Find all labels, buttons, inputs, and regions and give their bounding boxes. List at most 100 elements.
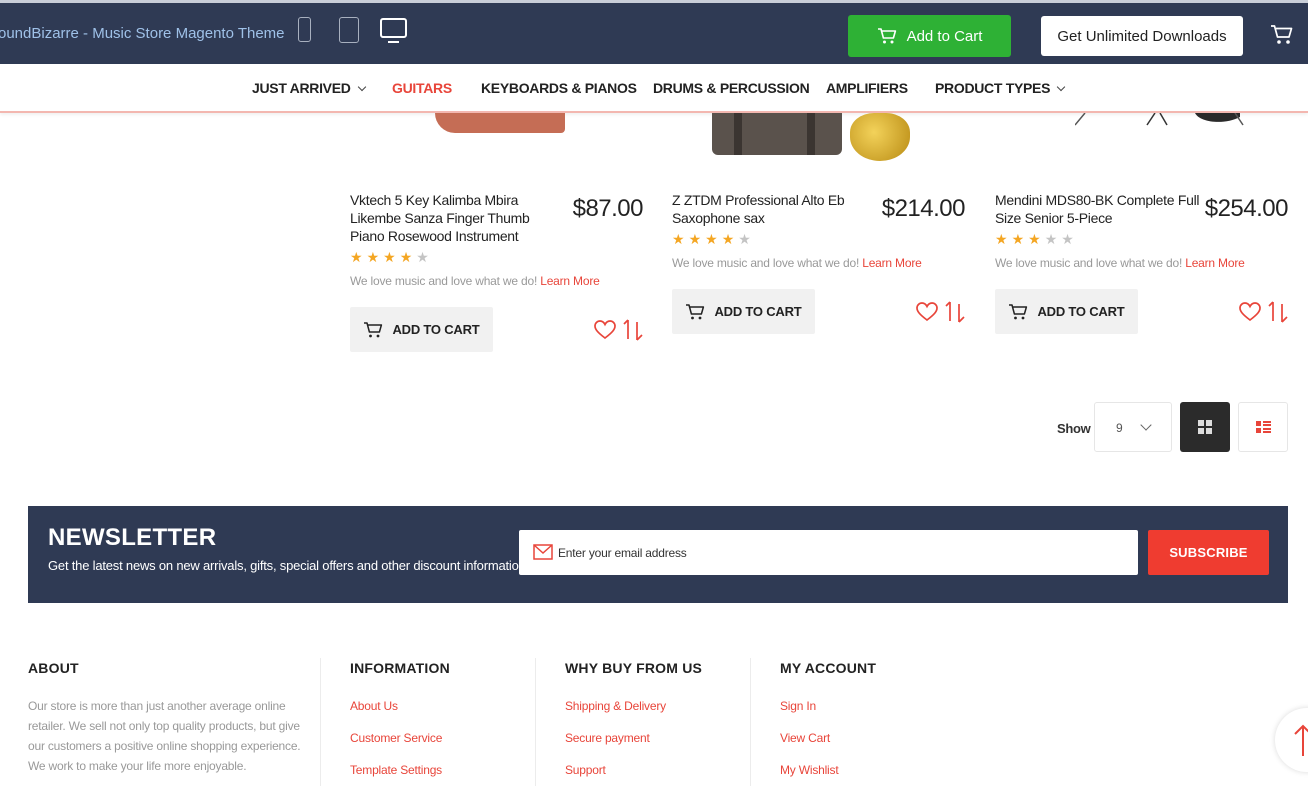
newsletter-email-input[interactable] (558, 543, 1118, 563)
rating-stars: ★★★★★ (672, 231, 755, 248)
product-title-link[interactable]: Vktech 5 Key Kalimba Mbira Likembe Sanza… (350, 191, 565, 245)
add-to-cart-button[interactable]: ADD TO CART (350, 307, 493, 352)
cart-icon (1009, 303, 1028, 319)
demo-add-to-cart-button[interactable]: Add to Cart (848, 15, 1011, 57)
cart-icon[interactable] (1270, 24, 1294, 46)
product-short-description: We love music and love what we do! Learn… (672, 256, 922, 270)
footer-heading: INFORMATION (350, 660, 450, 676)
footer-why-buy-column: WHY BUY FROM US (565, 660, 702, 676)
chevron-down-icon (1140, 419, 1152, 431)
list-view-button[interactable] (1238, 402, 1288, 452)
tablet-icon[interactable] (339, 17, 359, 43)
subscribe-button[interactable]: SUBSCRIBE (1148, 530, 1269, 575)
footer-information-column: INFORMATION (350, 660, 450, 676)
nav-item-label: JUST ARRIVED (252, 80, 351, 96)
product-price: $254.00 (1204, 195, 1289, 222)
footer-divider (535, 658, 536, 786)
product-card: Vktech 5 Key Kalimba Mbira Likembe Sanza… (350, 191, 644, 361)
nav-item-drums-percussion[interactable]: DRUMS & PERCUSSION (653, 80, 810, 96)
rating-stars: ★★★★★ (350, 249, 433, 266)
nav-item-just-arrived[interactable]: JUST ARRIVED (252, 80, 366, 96)
footer-link-my-wishlist[interactable]: My Wishlist (780, 763, 839, 777)
heart-icon[interactable] (594, 320, 616, 340)
add-to-cart-button[interactable]: ADD TO CART (672, 289, 815, 334)
footer-link-secure-payment[interactable]: Secure payment (565, 731, 650, 745)
product-image[interactable] (995, 113, 1288, 167)
arrow-up-icon (1294, 724, 1308, 756)
footer-about-text: Our store is more than just another aver… (28, 699, 301, 773)
add-to-cart-label: ADD TO CART (714, 304, 802, 319)
description-text: We love music and love what we do! (995, 256, 1183, 270)
footer-heading: WHY BUY FROM US (565, 660, 703, 676)
footer-divider (320, 658, 321, 786)
limiter-select[interactable]: 9 (1094, 402, 1172, 452)
learn-more-link[interactable]: Learn More (862, 256, 922, 270)
saxophone-case-image (712, 113, 842, 155)
learn-more-link[interactable]: Learn More (540, 274, 600, 288)
footer-link-customer-service[interactable]: Customer Service (350, 731, 442, 745)
grid-icon (1198, 420, 1212, 434)
chevron-down-icon (1056, 82, 1066, 92)
demo-topbar: oundBizarre - Music Store Magento Theme … (0, 0, 1308, 64)
learn-more-link[interactable]: Learn More (1185, 256, 1245, 270)
newsletter-title: NEWSLETTER (48, 524, 217, 551)
demo-add-to-cart-label: Add to Cart (906, 27, 983, 45)
star-icon: ★ (383, 249, 400, 265)
footer-link-about-us[interactable]: About Us (350, 699, 398, 713)
desktop-icon[interactable] (380, 18, 407, 43)
star-icon: ★ (672, 231, 689, 247)
chevron-down-icon (357, 82, 366, 92)
show-label: Show (1057, 421, 1091, 436)
description-text: We love music and love what we do! (672, 256, 860, 270)
compare-icon[interactable] (1268, 301, 1288, 323)
newsletter-block: NEWSLETTER Get the latest news on new ar… (28, 506, 1288, 603)
heart-icon[interactable] (916, 302, 938, 322)
footer-link-support[interactable]: Support (565, 763, 606, 777)
cart-icon (877, 28, 896, 44)
nav-item-label: PRODUCT TYPES (935, 80, 1051, 96)
footer-heading: MY ACCOUNT (780, 660, 877, 676)
compare-icon[interactable] (623, 319, 643, 341)
saxophone-image (850, 113, 910, 161)
product-title-link[interactable]: Z ZTDM Professional Alto Eb Saxophone sa… (672, 191, 887, 227)
star-icon: ★ (366, 249, 384, 265)
heart-icon[interactable] (1239, 302, 1261, 322)
product-image[interactable] (672, 113, 965, 167)
product-short-description: We love music and love what we do! Learn… (350, 274, 600, 288)
rating-stars: ★★★★★ (995, 231, 1078, 248)
footer-link-template-settings[interactable]: Template Settings (350, 763, 442, 777)
star-icon: ★ (738, 231, 755, 247)
nav-item-product-types[interactable]: PRODUCT TYPES (935, 80, 1066, 96)
star-icon: ★ (416, 249, 433, 265)
main-navigation: JUST ARRIVED GUITARS KEYBOARDS & PIANOS … (0, 64, 1308, 113)
nav-item-guitars[interactable]: GUITARS (392, 80, 452, 96)
add-to-cart-button[interactable]: ADD TO CART (995, 289, 1138, 334)
back-to-top-button[interactable] (1275, 708, 1308, 772)
demo-brand-title[interactable]: oundBizarre - Music Store Magento Theme (0, 25, 285, 42)
kalimba-image (435, 113, 565, 133)
product-title-link[interactable]: Mendini MDS80-BK Complete Full Size Seni… (995, 191, 1210, 227)
grid-view-button[interactable] (1180, 402, 1230, 452)
footer-link-sign-in[interactable]: Sign In (780, 699, 816, 713)
footer-divider (750, 658, 751, 786)
product-image[interactable] (350, 113, 643, 167)
footer-link-shipping-delivery[interactable]: Shipping & Delivery (565, 699, 666, 713)
list-icon (1256, 421, 1271, 433)
footer-about-column: ABOUT (28, 660, 79, 676)
product-price: $214.00 (881, 195, 966, 222)
star-icon: ★ (1028, 231, 1045, 247)
limiter-value: 9 (1116, 421, 1123, 435)
star-icon: ★ (1061, 231, 1078, 247)
description-text: We love music and love what we do! (350, 274, 538, 288)
get-unlimited-downloads-button[interactable]: Get Unlimited Downloads (1041, 16, 1243, 56)
nav-item-keyboards-pianos[interactable]: KEYBOARDS & PIANOS (481, 80, 637, 96)
newsletter-email-field[interactable] (519, 530, 1138, 575)
phone-icon[interactable] (298, 17, 311, 42)
product-card: Z ZTDM Professional Alto Eb Saxophone sa… (672, 191, 966, 341)
drum-kit-image (1075, 113, 1244, 126)
footer-link-view-cart[interactable]: View Cart (780, 731, 830, 745)
nav-item-amplifiers[interactable]: AMPLIFIERS (826, 80, 908, 96)
cart-icon (364, 321, 383, 337)
star-icon: ★ (1011, 231, 1029, 247)
compare-icon[interactable] (945, 301, 965, 323)
